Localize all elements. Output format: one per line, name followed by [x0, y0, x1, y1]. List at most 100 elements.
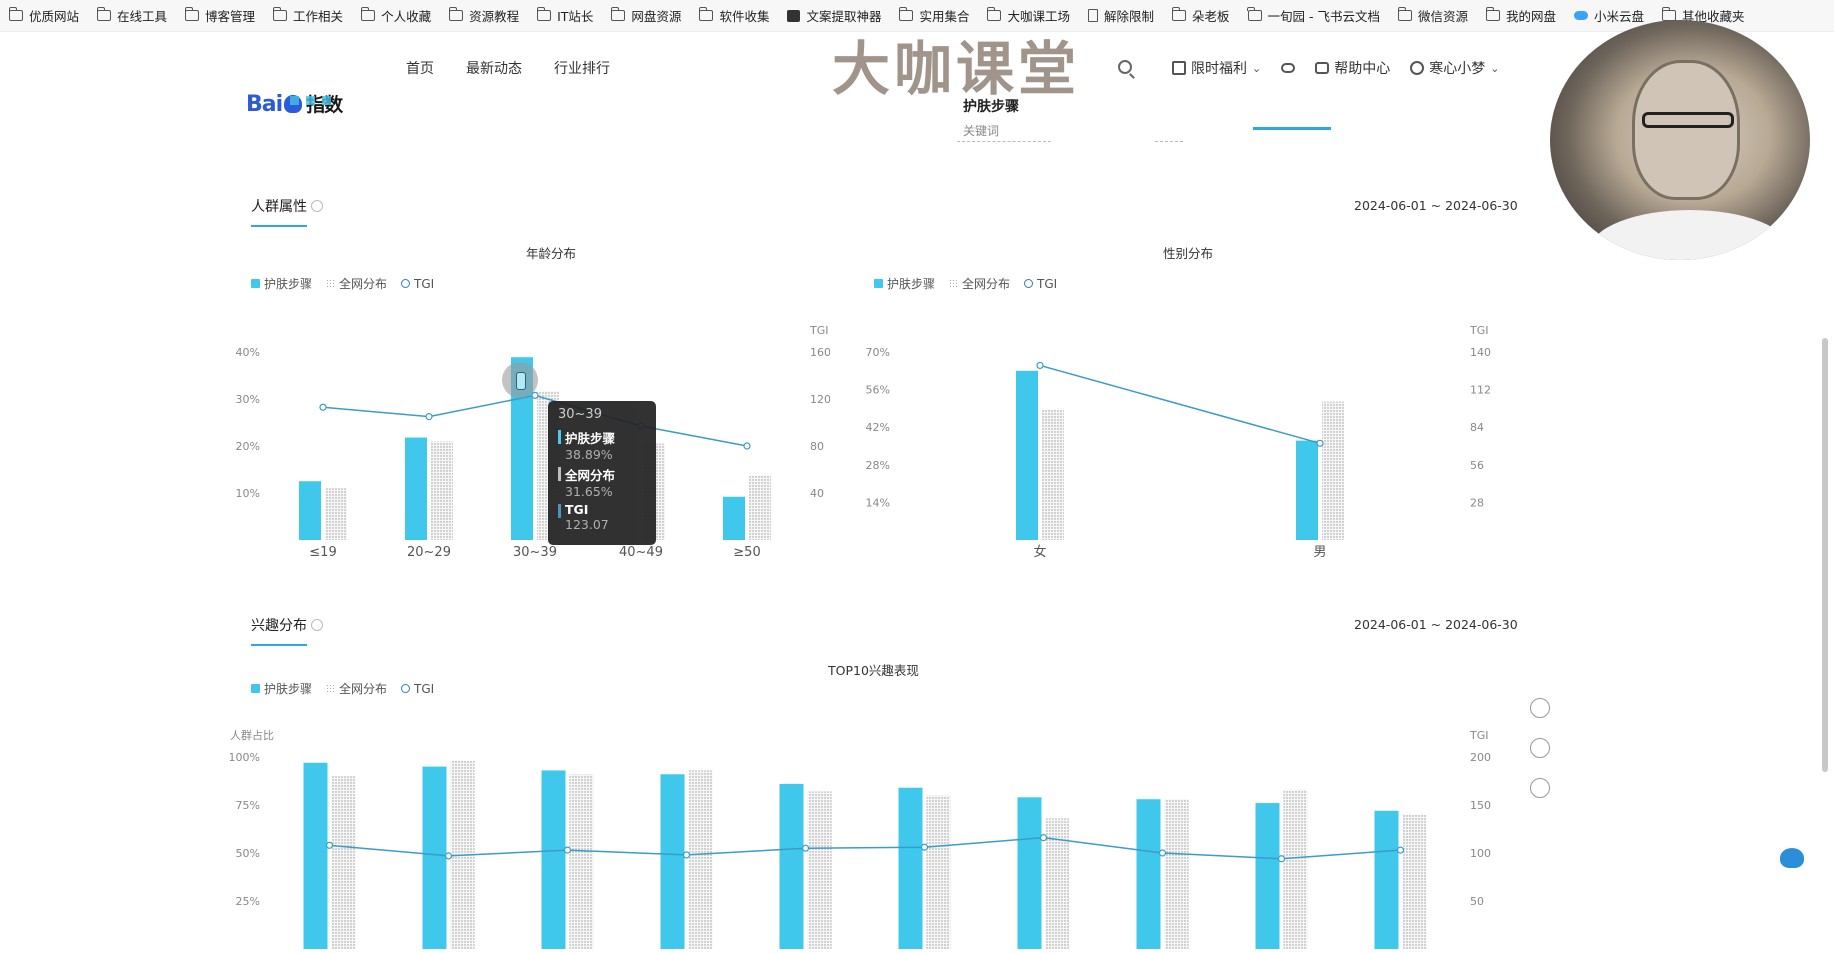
bar-keyword[interactable]: [723, 496, 745, 540]
bar-all-network[interactable]: [1322, 401, 1344, 540]
bar-all-network[interactable]: [926, 795, 951, 949]
bookmark-item[interactable]: 网盘资源: [602, 0, 690, 31]
share-icon[interactable]: [1530, 698, 1550, 718]
legend-item-all[interactable]: 全网分布: [326, 275, 387, 292]
tgi-point[interactable]: [1039, 834, 1048, 842]
bar-keyword[interactable]: [898, 787, 923, 949]
help-icon[interactable]: [311, 619, 323, 631]
bookmark-item[interactable]: 在线工具: [88, 0, 176, 31]
bar-all-network[interactable]: [431, 441, 453, 540]
bookmark-item[interactable]: 优质网站: [0, 0, 88, 31]
chart-tooltip: 30~39 护肤步骤 38.89% 全网分布 31.65% TGI 123.07: [548, 401, 656, 545]
date-range-interest[interactable]: 2024-06-01 ~ 2024-06-30: [1354, 617, 1518, 632]
bar-all-network[interactable]: [688, 770, 713, 949]
bookmark-item[interactable]: 微信资源: [1389, 0, 1477, 31]
tgi-point[interactable]: [319, 403, 327, 411]
tgi-point[interactable]: [1316, 439, 1324, 447]
bar-keyword[interactable]: [422, 766, 447, 949]
bar-keyword[interactable]: [779, 783, 804, 949]
bookmark-item[interactable]: 资源教程: [440, 0, 528, 31]
y2-tick-label: 50: [1470, 895, 1484, 908]
benefits-menu[interactable]: 限时福利 ⌄: [1172, 58, 1261, 78]
x-tick-label: 女: [1033, 544, 1046, 560]
bookmark-item[interactable]: 朵老板: [1163, 0, 1239, 31]
bar-all-network[interactable]: [807, 791, 832, 949]
star-icon[interactable]: [1530, 738, 1550, 758]
legend-item-tgi[interactable]: TGI: [1024, 277, 1057, 291]
chart-title-interest: TOP10兴趣表现: [828, 663, 919, 678]
bar-keyword[interactable]: [405, 437, 427, 540]
nav-home[interactable]: 首页: [406, 58, 434, 78]
bar-keyword[interactable]: [299, 481, 321, 540]
help-center-link[interactable]: 帮助中心: [1315, 58, 1390, 78]
bar-keyword[interactable]: [1296, 440, 1318, 540]
y-tick-label: 40%: [236, 346, 260, 359]
bar-all-network[interactable]: [1042, 409, 1064, 540]
bar-all-network[interactable]: [331, 776, 356, 949]
legend-item-all[interactable]: 全网分布: [326, 680, 387, 697]
interest-distribution-chart[interactable]: 25% 50% 75% 100% 50 100 150 200 TGI 人群占比: [230, 725, 1530, 954]
legend-item-tgi[interactable]: TGI: [401, 277, 434, 291]
bar-keyword[interactable]: [1255, 803, 1280, 949]
bookmark-item[interactable]: 一旬园 - 飞书云文档: [1239, 0, 1389, 31]
tgi-point[interactable]: [325, 841, 334, 849]
bar-keyword[interactable]: [660, 774, 685, 949]
bookmark-item[interactable]: 解除限制: [1079, 0, 1163, 31]
tgi-point[interactable]: [1036, 361, 1044, 370]
folder-icon: [1485, 7, 1501, 21]
bar-keyword[interactable]: [1136, 799, 1161, 949]
section-title-interest: 兴趣分布: [251, 615, 323, 635]
bookmark-item[interactable]: IT站长: [528, 0, 602, 31]
tgi-point[interactable]: [531, 391, 539, 399]
bar-keyword[interactable]: [303, 762, 328, 949]
bookmark-item[interactable]: 我的网盘: [1477, 0, 1565, 31]
bar-all-network[interactable]: [749, 475, 771, 540]
legend-item-keyword[interactable]: 护肤步骤: [251, 680, 312, 697]
bar-all-network[interactable]: [1164, 799, 1189, 949]
bar-all-network[interactable]: [325, 488, 347, 540]
tgi-point[interactable]: [682, 851, 691, 859]
date-range-crowd[interactable]: 2024-06-01 ~ 2024-06-30: [1354, 198, 1518, 213]
legend-item-keyword[interactable]: 护肤步骤: [251, 275, 312, 292]
gender-distribution-chart[interactable]: 14% 28% 42% 56% 70% 28 56 84 112 140 TGI 女 男: [850, 320, 1510, 570]
user-account-menu[interactable]: 寒心小梦 ⌄: [1410, 58, 1499, 78]
y-tick-label: 56%: [866, 384, 890, 397]
tgi-point[interactable]: [920, 843, 929, 851]
nav-news[interactable]: 最新动态: [466, 58, 522, 78]
x-tick-label: 30~39: [513, 545, 557, 560]
bookmark-item[interactable]: 博客管理: [176, 0, 264, 31]
bar-keyword[interactable]: [541, 770, 566, 949]
bar-all-network[interactable]: [1402, 814, 1427, 949]
search-icon[interactable]: [1118, 60, 1132, 74]
nav-ranking[interactable]: 行业排行: [554, 58, 610, 78]
scrollbar[interactable]: [1822, 338, 1828, 772]
bar-keyword[interactable]: [1374, 810, 1399, 949]
keyword-tab[interactable]: 护肤步骤 关键词: [963, 96, 1019, 139]
y2-tick-label: 120: [810, 393, 830, 406]
tgi-point[interactable]: [801, 844, 810, 852]
help-icon[interactable]: [311, 200, 323, 212]
age-distribution-chart[interactable]: 10% 20% 30% 40% 40 80 120 160 TGI ≤19 20~29 30~39 40…: [230, 320, 830, 570]
folder-icon: [610, 7, 626, 21]
tgi-point[interactable]: [1396, 846, 1405, 854]
legend-item-keyword[interactable]: 护肤步骤: [874, 275, 935, 292]
link-button[interactable]: [1281, 63, 1296, 73]
bookmark-item[interactable]: 工作相关: [264, 0, 352, 31]
bar-all-network[interactable]: [1283, 789, 1308, 949]
legend-item-all[interactable]: 全网分布: [949, 275, 1010, 292]
history-icon[interactable]: [1530, 778, 1550, 798]
tgi-point[interactable]: [743, 442, 751, 450]
tgi-point[interactable]: [425, 413, 433, 421]
tab-divider: [957, 141, 1051, 143]
tgi-point[interactable]: [444, 852, 453, 860]
tgi-point[interactable]: [563, 846, 572, 854]
tgi-point[interactable]: [1277, 855, 1286, 863]
legend-item-tgi[interactable]: TGI: [401, 682, 434, 696]
customer-service-icon[interactable]: [1780, 848, 1804, 868]
tgi-point[interactable]: [1158, 849, 1167, 857]
bookmark-item[interactable]: 个人收藏: [352, 0, 440, 31]
bar-keyword[interactable]: [1017, 797, 1042, 949]
bar-keyword[interactable]: [1016, 370, 1038, 540]
bar-all-network[interactable]: [569, 774, 594, 949]
bookmark-item[interactable]: 软件收集: [690, 0, 778, 31]
